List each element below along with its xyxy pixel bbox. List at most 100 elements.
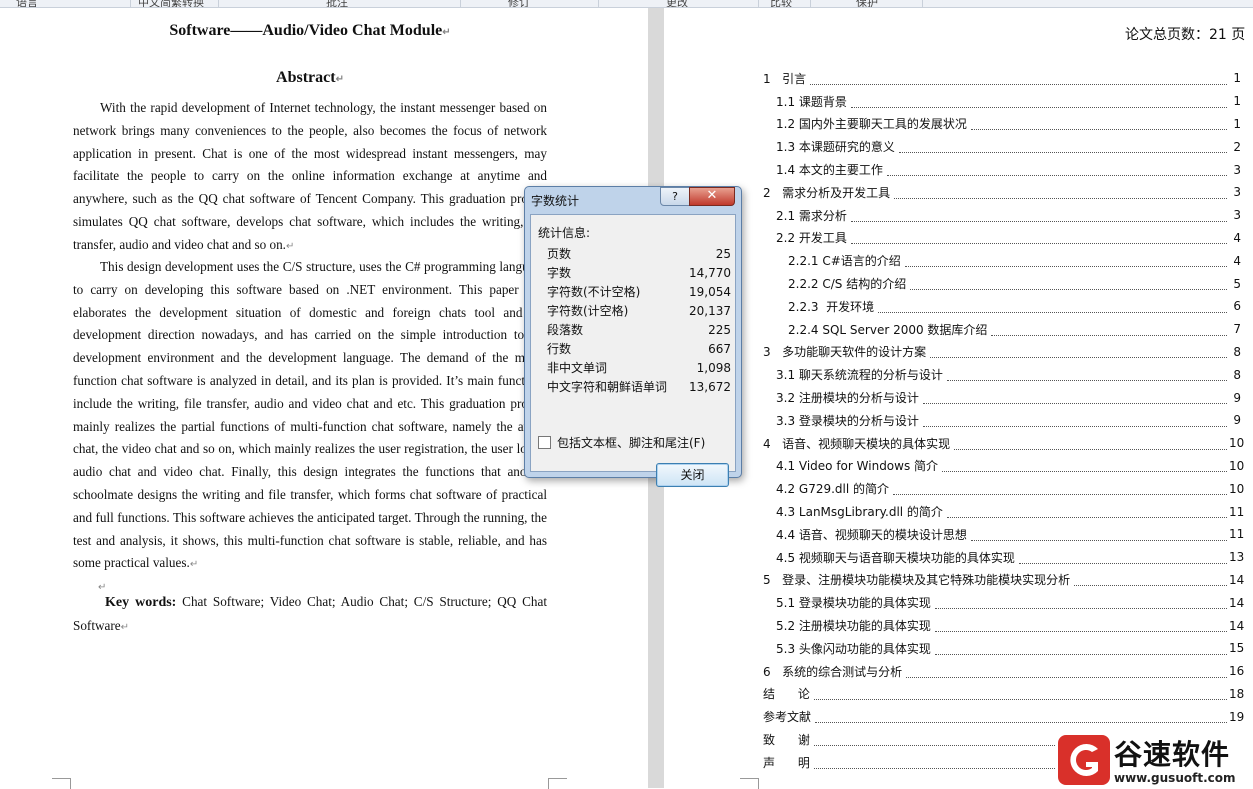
ribbon-group-compare[interactable]: 比较 bbox=[770, 0, 792, 7]
word-count-dialog: 字数统计 ? ✕ 统计信息: 页数 25 字数 14,770 字符数(不计空格) 19,0… bbox=[524, 186, 742, 487]
toc-entry[interactable]: 2.2 开发工具 4 bbox=[763, 227, 1241, 250]
toc-entry[interactable]: 参考文献 19 bbox=[763, 705, 1244, 728]
toc-entry-title: 4.3 LanMsgLibrary.dll 的简介 bbox=[776, 503, 945, 521]
toc-leader-dots bbox=[946, 368, 1227, 382]
toc-entry-page: 3 bbox=[1233, 162, 1241, 177]
toc-leader-dots bbox=[906, 665, 1227, 678]
toc-entry[interactable]: 4.4 语音、视频聊天的模块设计思想 11 bbox=[763, 523, 1244, 546]
toc-entry-title: 3 多功能聊天软件的设计方案 bbox=[763, 343, 929, 361]
logo-g-icon bbox=[1058, 735, 1110, 785]
toc-entry-title: 4.2 G729.dll 的简介 bbox=[776, 480, 892, 498]
toc-leader-dots bbox=[922, 391, 1227, 405]
toc-entry-title: 声 明 bbox=[763, 753, 812, 771]
close-button[interactable]: 关闭 bbox=[656, 463, 729, 487]
statistic-label: 非中文单词 bbox=[547, 361, 608, 375]
toc-entry-title: 2.2 开发工具 bbox=[776, 229, 849, 247]
toc-entry-title: 4.4 语音、视频聊天的模块设计思想 bbox=[776, 525, 969, 543]
toc-entry[interactable]: 4.2 G729.dll 的简介 10 bbox=[763, 477, 1245, 500]
crop-mark bbox=[740, 778, 759, 789]
toc-leader-dots bbox=[1074, 573, 1227, 587]
toc-entry-page: 18 bbox=[1229, 686, 1245, 701]
statistic-value: 20,137 bbox=[689, 303, 731, 318]
toc-entry-page: 9 bbox=[1233, 390, 1241, 405]
toc-leader-dots bbox=[970, 528, 1227, 541]
toc-entry[interactable]: 3.3 登录模块的分析与设计 9 bbox=[763, 409, 1241, 432]
statistic-row: 段落数 225 bbox=[547, 320, 731, 339]
toc-entry[interactable]: 4.5 视频聊天与语音聊天模块功能的具体实现 13 bbox=[763, 546, 1245, 569]
toc-leader-dots bbox=[946, 505, 1227, 519]
ribbon-group-language[interactable]: 语言 bbox=[16, 0, 38, 7]
keywords-label: Key words: bbox=[105, 595, 177, 610]
toc-entry[interactable]: 2.2.3 开发环境 6 bbox=[763, 295, 1241, 318]
ribbon-group-protect[interactable]: 保护 bbox=[856, 0, 878, 7]
toc-entry[interactable]: 4.3 LanMsgLibrary.dll 的简介 11 bbox=[763, 500, 1245, 523]
toc-entry-page: 14 bbox=[1229, 572, 1245, 587]
toc-entry[interactable]: 5 登录、注册模块功能模块及其它特殊功能模块实现分析 14 bbox=[763, 569, 1245, 592]
statistic-row: 行数 667 bbox=[547, 339, 731, 358]
statistic-value: 13,672 bbox=[689, 379, 731, 394]
toc-entry[interactable]: 3.1 聊天系统流程的分析与设计 8 bbox=[763, 363, 1241, 386]
toc-entry[interactable]: 5.1 登录模块功能的具体实现 14 bbox=[763, 591, 1244, 614]
toc-entry[interactable]: 2.2.4 SQL Server 2000 数据库介绍 7 bbox=[763, 318, 1241, 341]
watermark-name: 谷速软件 bbox=[1114, 738, 1231, 771]
toc-entry-title: 2.2.3 开发环境 bbox=[788, 297, 877, 315]
toc-entry[interactable]: 2.2.2 C/S 结构的介绍 5 bbox=[763, 272, 1241, 295]
toc-entry-page: 15 bbox=[1229, 641, 1245, 656]
toc-entry-page: 11 bbox=[1229, 504, 1245, 519]
close-icon[interactable]: ✕ bbox=[689, 187, 735, 206]
toc-entry[interactable]: 3.2 注册模块的分析与设计 9 bbox=[763, 386, 1241, 409]
statistic-row: 非中文单词 1,098 bbox=[547, 358, 731, 377]
toc-leader-dots bbox=[886, 163, 1227, 177]
checkbox-box[interactable] bbox=[538, 436, 551, 449]
toc-entry[interactable]: 4.1 Video for Windows 简介 10 bbox=[763, 455, 1244, 478]
toc-entry[interactable]: 5.3 头像闪动功能的具体实现 15 bbox=[763, 637, 1245, 660]
help-button[interactable]: ? bbox=[660, 187, 690, 206]
toc-entry-page: 4 bbox=[1233, 230, 1241, 245]
toc-leader-dots bbox=[878, 300, 1227, 313]
toc-entry-title: 5.3 头像闪动功能的具体实现 bbox=[776, 639, 933, 657]
statistics-list: 页数 25 字数 14,770 字符数(不计空格) 19,054 字符数(计空格) 20,13… bbox=[547, 244, 731, 396]
statistic-label: 中文字符和朝鲜语单词 bbox=[547, 380, 668, 394]
toc-entry[interactable]: 1.2 国内外主要聊天工具的发展状况 1 bbox=[763, 113, 1241, 136]
toc-entry[interactable]: 6 系统的综合测试与分析 16 bbox=[763, 660, 1244, 683]
toc-entry-title: 3.1 聊天系统流程的分析与设计 bbox=[776, 366, 945, 384]
statistic-row: 字符数(计空格) 20,137 bbox=[547, 301, 731, 320]
ribbon-group-convert[interactable]: 中文简繁转换 bbox=[138, 0, 204, 7]
dialog-title: 字数统计 bbox=[531, 194, 580, 208]
toc-entry[interactable]: 1.1 课题背景 1 bbox=[763, 90, 1241, 113]
toc-entry[interactable]: 2.1 需求分析 3 bbox=[763, 204, 1241, 227]
toc-entry-title: 1 引言 bbox=[763, 69, 809, 87]
toc-leader-dots bbox=[850, 95, 1227, 108]
toc-entry-page: 4 bbox=[1233, 253, 1241, 268]
toc-entry[interactable]: 2.2.1 C#语言的介绍 4 bbox=[763, 249, 1241, 272]
statistic-value: 225 bbox=[708, 322, 731, 337]
ribbon-group-comments[interactable]: 批注 bbox=[326, 0, 348, 7]
statistic-label: 字符数(不计空格) bbox=[547, 285, 641, 299]
toc-entry[interactable]: 2 需求分析及开发工具 3 bbox=[763, 181, 1241, 204]
toc-entry[interactable]: 3 多功能聊天软件的设计方案 8 bbox=[763, 341, 1241, 364]
toc-entry-page: 13 bbox=[1229, 550, 1245, 565]
statistics-group-label: 统计信息: bbox=[538, 226, 591, 240]
ribbon-group-changes[interactable]: 更改 bbox=[666, 0, 688, 7]
toc-entry[interactable]: 1.4 本文的主要工作 3 bbox=[763, 158, 1241, 181]
include-textboxes-checkbox[interactable]: 包括文本框、脚注和尾注(F) bbox=[538, 434, 705, 451]
table-of-contents: 1 引言 1 1.1 课题背景 1 1.2 国内外主要聊天工具的发展状况 1 1.3 本课题… bbox=[763, 67, 1245, 774]
toc-entry[interactable]: 5.2 注册模块功能的具体实现 14 bbox=[763, 614, 1245, 637]
toc-entry-page: 10 bbox=[1229, 481, 1245, 496]
toc-entry[interactable]: 4 语音、视频聊天模块的具体实现 10 bbox=[763, 432, 1244, 455]
toc-entry-page: 7 bbox=[1233, 322, 1241, 337]
toc-entry-title: 1.3 本课题研究的意义 bbox=[776, 138, 897, 156]
toc-entry-page: 14 bbox=[1229, 618, 1245, 633]
toc-entry[interactable]: 1.3 本课题研究的意义 2 bbox=[763, 135, 1241, 158]
statistic-label: 字符数(计空格) bbox=[547, 304, 629, 318]
toc-leader-dots bbox=[1018, 551, 1227, 564]
toc-entry-page: 6 bbox=[1233, 299, 1241, 314]
toc-leader-dots bbox=[934, 642, 1227, 655]
total-pages-label: 论文总页数：21 页 bbox=[1125, 27, 1246, 43]
toc-entry-title: 5.1 登录模块功能的具体实现 bbox=[776, 594, 933, 612]
toc-entry[interactable]: 1 引言 1 bbox=[763, 67, 1241, 90]
toc-entry-title: 3.3 登录模块的分析与设计 bbox=[776, 411, 921, 429]
ribbon-group-tracking[interactable]: 修订 bbox=[508, 0, 530, 7]
toc-entry-page: 5 bbox=[1233, 276, 1241, 291]
toc-entry[interactable]: 结 论 18 bbox=[763, 683, 1245, 706]
